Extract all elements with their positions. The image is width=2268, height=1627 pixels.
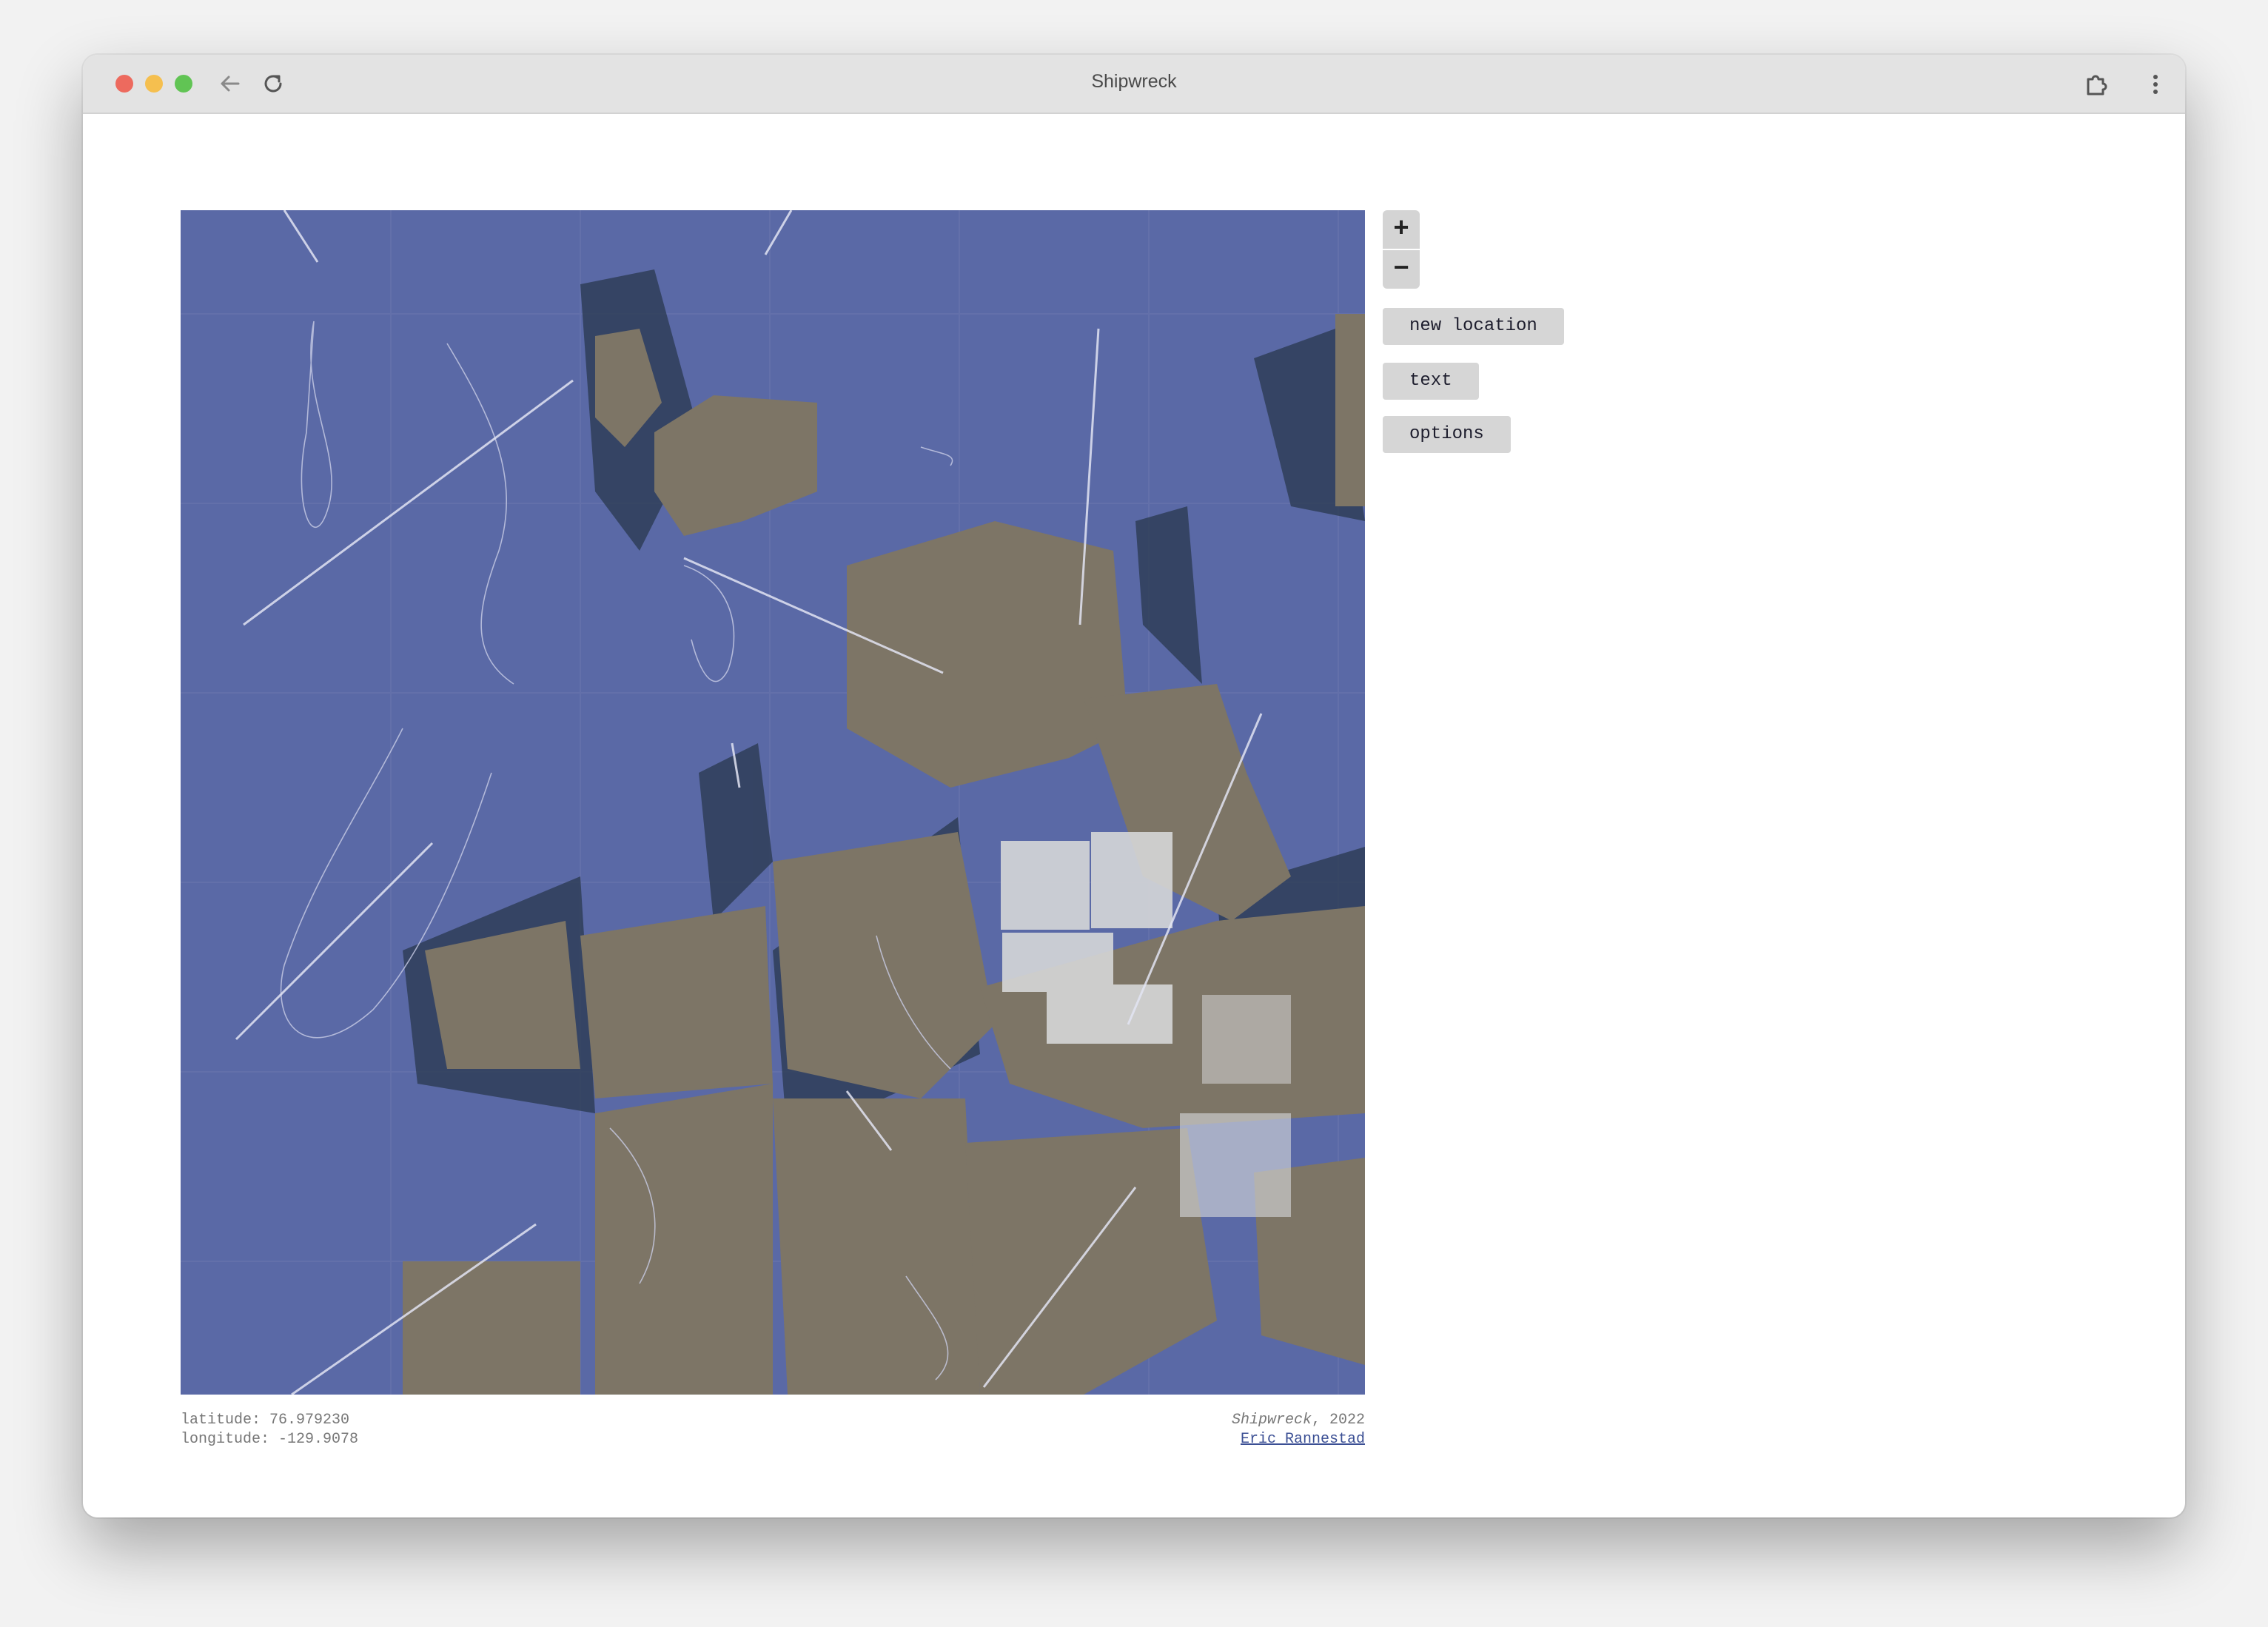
work-title: Shipwreck [1231,1412,1312,1429]
latitude-text: latitude: 76.979230 [181,1412,350,1429]
options-button[interactable]: options [1383,416,1511,453]
new-location-button[interactable]: new location [1383,308,1564,345]
title-bar: Shipwreck [83,55,2185,114]
artwork-credit: Shipwreck, 2022 Eric Rannestad [1232,1411,1365,1449]
more-menu-icon[interactable] [2141,70,2170,99]
browser-window: Shipwreck + − new location text options … [83,55,2185,1517]
zoom-out-button[interactable]: − [1383,250,1420,289]
text-button[interactable]: text [1383,363,1479,400]
coordinates-readout: latitude: 76.979230 longitude: -129.9078 [181,1411,358,1449]
extensions-puzzle-icon[interactable] [2081,70,2111,99]
window-title: Shipwreck [1091,71,1177,92]
longitude-text: longitude: -129.9078 [181,1431,359,1448]
work-title-line: Shipwreck, 2022 [1232,1411,1365,1430]
work-year: , 2022 [1311,1412,1365,1429]
satellite-collage-artwork [181,210,1365,1395]
zoom-in-button[interactable]: + [1383,210,1420,249]
artist-link[interactable]: Eric Rannestad [1241,1431,1365,1448]
